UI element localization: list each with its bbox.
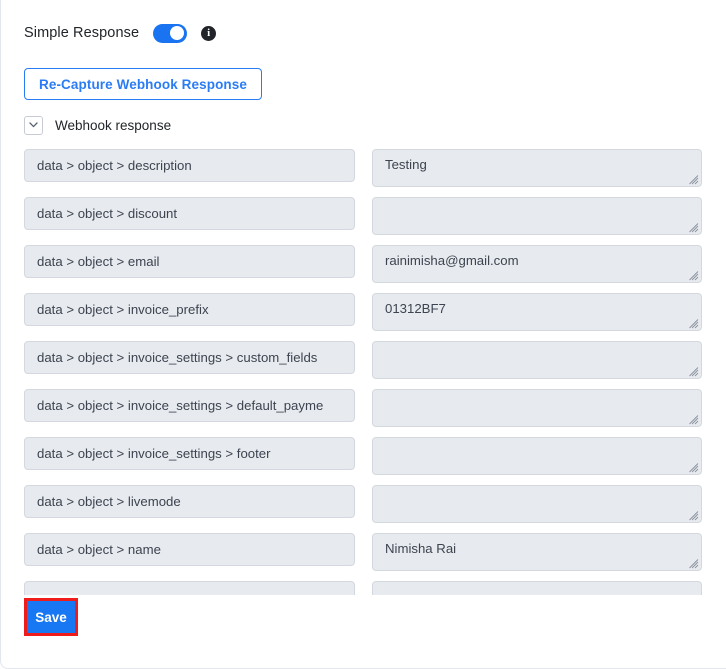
webhook-field-key-input[interactable]: data > object > invoice_settings > defau… <box>24 389 355 422</box>
webhook-field-key-input[interactable]: data > object > discount <box>24 197 355 230</box>
webhook-field-key-input[interactable]: data > object > livemode <box>24 485 355 518</box>
webhook-field-value-textarea[interactable] <box>372 437 702 475</box>
simple-response-row: Simple Response i <box>24 20 217 46</box>
webhook-field-value-textarea[interactable] <box>372 581 702 595</box>
webhook-field-key-input[interactable]: data > object > invoice_settings > custo… <box>24 341 355 374</box>
webhook-field-row: data > object > livemode <box>1 481 726 529</box>
webhook-field-value-textarea[interactable] <box>372 341 702 379</box>
webhook-field-row: data > object > invoice_settings > custo… <box>1 337 726 385</box>
webhook-response-panel: Simple Response i Re-Capture Webhook Res… <box>0 0 726 669</box>
webhook-field-list[interactable]: data > object > description Testing data >… <box>1 145 726 595</box>
webhook-field-key-input[interactable]: data > object > description <box>24 149 355 182</box>
webhook-response-label: Webhook response <box>55 117 172 133</box>
webhook-field-value-textarea[interactable] <box>372 197 702 235</box>
chevron-down-icon[interactable] <box>24 115 43 135</box>
simple-response-toggle[interactable] <box>153 23 188 43</box>
webhook-field-value-text: Testing <box>385 157 427 172</box>
webhook-field-key-input[interactable]: data > object > invoice_prefix <box>24 293 355 326</box>
info-icon[interactable]: i <box>201 25 217 41</box>
webhook-field-value-textarea[interactable]: 01312BF7 <box>372 293 702 331</box>
save-button[interactable]: Save <box>27 601 75 633</box>
webhook-response-collapse-header[interactable]: Webhook response <box>24 115 171 135</box>
webhook-field-row: data > object > invoice_prefix 01312BF7 <box>1 289 726 337</box>
webhook-field-row: data > object > email rainimisha@gmail.co… <box>1 241 726 289</box>
webhook-field-row: data > object > invoice_settings > foote… <box>1 433 726 481</box>
webhook-field-value-text: Nimisha Rai <box>385 541 457 556</box>
webhook-field-value-textarea[interactable]: Nimisha Rai <box>372 533 702 571</box>
save-button-highlight: Save <box>24 598 78 636</box>
webhook-field-row: data > object > invoice_settings > defau… <box>1 385 726 433</box>
webhook-field-value-text: rainimisha@gmail.com <box>385 253 519 268</box>
webhook-field-row: data > object > name Nimisha Rai <box>1 529 726 577</box>
webhook-field-row: data > object > discount <box>1 193 726 241</box>
simple-response-label: Simple Response <box>24 25 140 41</box>
webhook-field-row <box>1 577 726 595</box>
webhook-field-value-textarea[interactable] <box>372 485 702 523</box>
webhook-field-key-input[interactable]: data > object > invoice_settings > foote… <box>24 437 355 470</box>
webhook-field-row: data > object > description Testing <box>1 145 726 193</box>
recapture-webhook-response-button[interactable]: Re-Capture Webhook Response <box>24 68 262 100</box>
webhook-field-key-input[interactable]: data > object > name <box>24 533 355 566</box>
webhook-field-value-textarea[interactable] <box>372 389 702 427</box>
toggle-knob <box>170 26 185 40</box>
webhook-field-value-text: 01312BF7 <box>385 301 446 316</box>
webhook-field-value-textarea[interactable]: rainimisha@gmail.com <box>372 245 702 283</box>
webhook-field-key-input[interactable] <box>24 581 355 595</box>
webhook-field-value-textarea[interactable]: Testing <box>372 149 702 187</box>
webhook-field-key-input[interactable]: data > object > email <box>24 245 355 278</box>
